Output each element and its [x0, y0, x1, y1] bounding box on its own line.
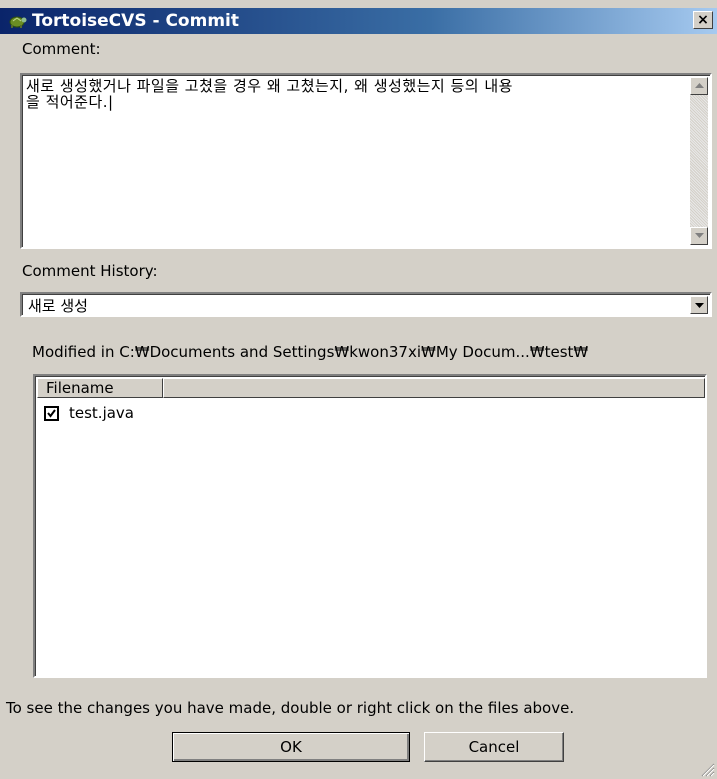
file-list[interactable]: Filename test.java: [33, 374, 707, 678]
column-header-empty: [163, 378, 705, 398]
scroll-up-button[interactable]: [690, 77, 708, 95]
resize-grip-icon[interactable]: [701, 763, 715, 777]
comment-history-combobox[interactable]: 새로 생성: [20, 292, 712, 317]
column-header-filename[interactable]: Filename: [37, 378, 163, 398]
comment-scrollbar[interactable]: [690, 77, 708, 245]
comment-history-value: 새로 생성: [28, 297, 88, 315]
comment-history-label: Comment History:: [22, 262, 158, 280]
dropdown-button[interactable]: [690, 296, 708, 314]
checkmark-icon: [47, 409, 56, 418]
file-row[interactable]: test.java: [43, 404, 243, 422]
file-checkbox[interactable]: [44, 406, 59, 421]
turtle-icon: [9, 16, 27, 28]
modified-path: Modified in C:₩Documents and Settings₩kw…: [32, 343, 589, 361]
arrow-up-icon: [695, 83, 704, 88]
hint-text: To see the changes you have made, double…: [6, 699, 575, 717]
scroll-down-button[interactable]: [690, 227, 708, 245]
close-button[interactable]: ×: [693, 11, 713, 29]
arrow-down-icon: [695, 233, 704, 238]
ok-button[interactable]: OK: [172, 732, 410, 762]
comment-label: Comment:: [22, 40, 101, 58]
chevron-down-icon: [695, 303, 704, 308]
cancel-button[interactable]: Cancel: [424, 732, 564, 762]
commit-dialog: TortoiseCVS - Commit × Comment: 새로 생성했거나…: [0, 0, 717, 779]
file-name: test.java: [69, 404, 135, 422]
comment-textarea[interactable]: 새로 생성했거나 파일을 고쳤을 경우 왜 고쳤는지, 왜 생성했는지 등의 내…: [20, 73, 712, 249]
window-title: TortoiseCVS - Commit: [32, 11, 239, 31]
comment-text: 새로 생성했거나 파일을 고쳤을 경우 왜 고쳤는지, 왜 생성했는지 등의 내…: [26, 77, 513, 111]
title-bar[interactable]: TortoiseCVS - Commit ×: [0, 8, 717, 34]
